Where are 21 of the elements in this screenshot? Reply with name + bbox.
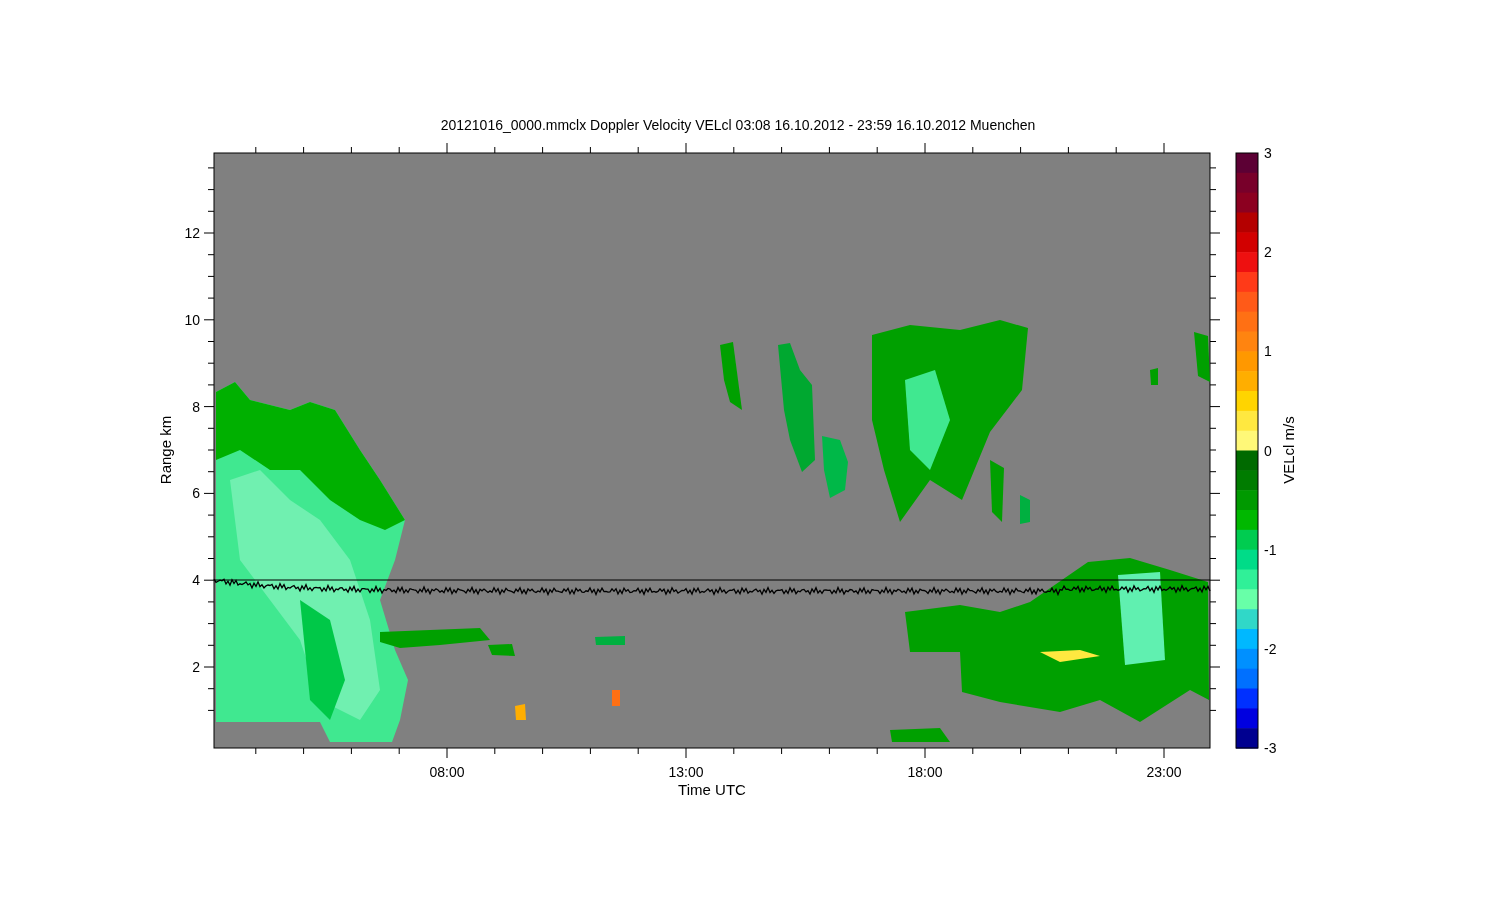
y-tick-label: 12 xyxy=(184,225,200,241)
y-tick-label: 10 xyxy=(184,311,200,328)
colorbar-tick-label: 3 xyxy=(1264,145,1272,161)
colorbar-tick-label: -1 xyxy=(1264,541,1277,558)
y-tick-label: 6 xyxy=(192,485,200,502)
colorbar-tick-label: 0 xyxy=(1264,442,1272,459)
x-axis-label: Time UTC xyxy=(678,781,746,798)
x-tick-label: 08:00 xyxy=(429,764,465,780)
x-tick-label: 23:00 xyxy=(1146,764,1182,780)
colorbar-label: VELcl m/s xyxy=(1280,416,1297,484)
colorbar-tick-label: -3 xyxy=(1264,740,1277,756)
y-tick-label: 2 xyxy=(192,659,200,675)
colorbar-tick-label: -2 xyxy=(1264,640,1277,657)
x-tick-label: 13:00 xyxy=(668,764,704,780)
y-axis-label: Range km xyxy=(157,415,174,485)
colorbar-tick-label: 2 xyxy=(1264,244,1272,261)
colorbar-tick-label: 1 xyxy=(1264,343,1272,360)
chart-title: 20121016_0000.mmclx Doppler Velocity VELcl 03:08 16.10.2012 - 23:59 16.10.2012 Muenchen xyxy=(440,117,1036,133)
y-tick-label: 4 xyxy=(192,572,200,589)
y-tick-label: 8 xyxy=(192,398,200,415)
x-tick-label: 18:00 xyxy=(907,764,943,780)
